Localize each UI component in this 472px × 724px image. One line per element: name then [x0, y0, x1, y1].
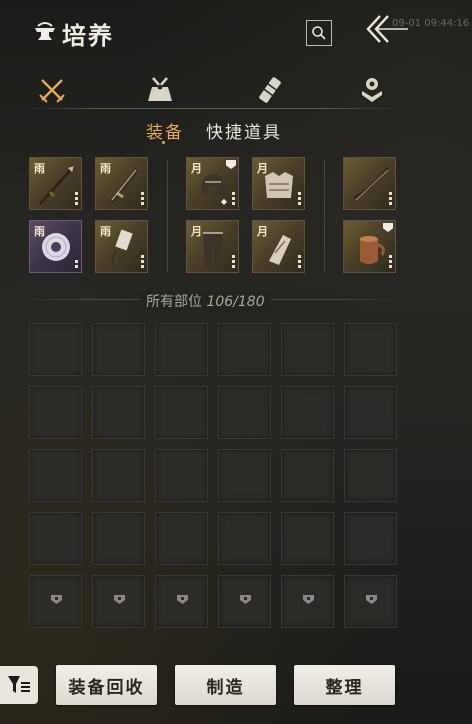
equip-slot-bow[interactable]: [343, 157, 396, 210]
inventory-slot[interactable]: [155, 323, 208, 376]
anvil-icon: [35, 22, 55, 40]
inventory-slot[interactable]: [29, 449, 82, 502]
inventory-slot[interactable]: [281, 323, 334, 376]
inventory-slot[interactable]: [155, 512, 208, 565]
rarity-dots: [232, 255, 235, 268]
tier-label: 雨: [100, 225, 111, 238]
lock-icon: [114, 595, 125, 604]
equip-slot-spear[interactable]: 雨: [29, 157, 82, 210]
header: 培养 09-01 09:44:16: [0, 0, 472, 66]
lock-icon: [240, 595, 251, 604]
rarity-dots: [389, 192, 392, 205]
inventory-slot[interactable]: [155, 386, 208, 439]
tab-tokens[interactable]: [352, 70, 392, 110]
inventory-slot[interactable]: [344, 323, 397, 376]
category-tabs: [28, 70, 398, 110]
rarity-dots: [298, 192, 301, 205]
rarity-dots: [389, 255, 392, 268]
filter-icon: [8, 676, 30, 693]
inventory-slot[interactable]: [29, 323, 82, 376]
equip-slot-armor[interactable]: 月: [252, 157, 305, 210]
tier-label: 雨: [34, 225, 45, 238]
inventory-slot[interactable]: [281, 386, 334, 439]
tab-quick-items[interactable]: 快捷道具: [206, 118, 282, 143]
equip-slot-bracers[interactable]: 月: [252, 220, 305, 273]
inventory-slot[interactable]: [218, 323, 271, 376]
divider: [167, 160, 168, 272]
locked-slot[interactable]: [92, 575, 145, 628]
rarity-dots: [298, 255, 301, 268]
tier-label: 雨: [34, 162, 45, 175]
inventory-slot[interactable]: [29, 386, 82, 439]
inventory-slot[interactable]: [92, 512, 145, 565]
inventory-slot[interactable]: [218, 512, 271, 565]
sort-button[interactable]: 整理: [294, 665, 395, 705]
inventory-slot[interactable]: [92, 449, 145, 502]
locked-slot[interactable]: [281, 575, 334, 628]
inventory-slot[interactable]: [92, 323, 145, 376]
lock-icon: [51, 595, 62, 604]
tab-attire[interactable]: [140, 70, 180, 110]
recycle-equipment-button[interactable]: 装备回收: [56, 665, 157, 705]
inventory-label: 所有部位: [146, 294, 202, 310]
tab-divider: [28, 108, 398, 109]
equip-slot-gourd[interactable]: [343, 220, 396, 273]
equip-slot-jade[interactable]: 雨: [29, 220, 82, 273]
equip-slot-leggings[interactable]: 月: [186, 220, 239, 273]
rarity-dots: [232, 192, 235, 205]
equip-slot-sword[interactable]: 雨: [95, 157, 148, 210]
locked-slot[interactable]: [344, 575, 397, 628]
equip-slot-helmet[interactable]: 月 ◆: [186, 157, 239, 210]
inventory-slot[interactable]: [218, 449, 271, 502]
locked-slot[interactable]: [218, 575, 271, 628]
active-indicator: [162, 141, 165, 144]
rarity-dots: [141, 192, 144, 205]
lock-icon: [303, 595, 314, 604]
tab-scrolls[interactable]: [250, 70, 290, 110]
inventory-slot[interactable]: [92, 386, 145, 439]
tier-label: 月: [257, 162, 268, 175]
rarity-dots: [141, 255, 144, 268]
tier-label: 月: [191, 225, 202, 238]
inventory-slot[interactable]: [281, 449, 334, 502]
token-icon: [362, 78, 382, 102]
craft-button[interactable]: 制造: [175, 665, 276, 705]
tab-equipment[interactable]: 装备: [146, 118, 184, 143]
scroll-icon: [259, 77, 281, 103]
bundle-icon: [148, 77, 172, 101]
tier-label: 雨: [100, 162, 111, 175]
rarity-dots: [75, 260, 78, 268]
divider: [324, 160, 325, 272]
inventory-count: 所有部位 106/180: [140, 291, 271, 311]
tier-label: 月: [257, 225, 268, 238]
locked-slot[interactable]: [29, 575, 82, 628]
inventory-slot[interactable]: [344, 449, 397, 502]
lock-icon: [177, 595, 188, 604]
locked-slot[interactable]: [155, 575, 208, 628]
lock-icon: [366, 595, 377, 604]
filter-button[interactable]: [0, 666, 38, 704]
inventory-slot[interactable]: [281, 512, 334, 565]
search-icon: [312, 26, 326, 40]
inventory-count-value: 106/180: [206, 294, 265, 310]
inventory-slot[interactable]: [218, 386, 271, 439]
tier-label: 月: [191, 162, 202, 175]
inventory-slot[interactable]: [344, 512, 397, 565]
upgrade-icon: ◆: [220, 197, 227, 206]
rarity-dots: [75, 192, 78, 205]
equip-slot-talisman[interactable]: 雨: [95, 220, 148, 273]
page-title: 培养: [62, 22, 114, 50]
inventory-slot[interactable]: [344, 386, 397, 439]
inventory-slot[interactable]: [155, 449, 208, 502]
search-button[interactable]: [306, 20, 332, 46]
crossed-swords-icon: [39, 79, 65, 103]
inventory-slot[interactable]: [29, 512, 82, 565]
back-button[interactable]: [362, 12, 412, 46]
tab-weapons[interactable]: [32, 70, 72, 110]
